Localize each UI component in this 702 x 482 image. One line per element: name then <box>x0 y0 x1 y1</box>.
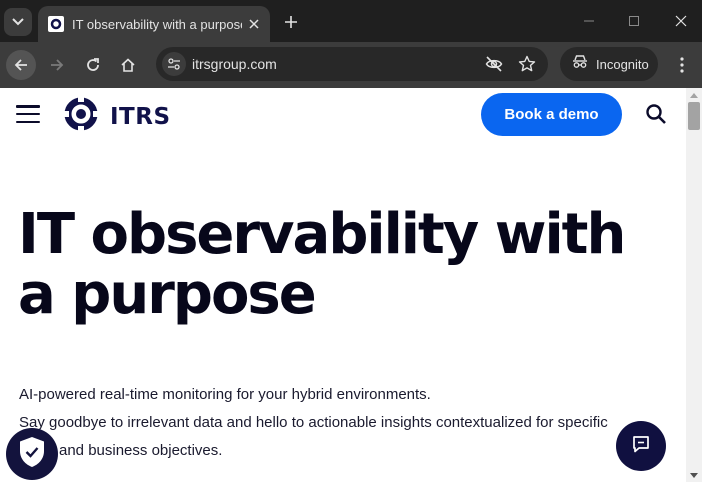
minimize-icon[interactable] <box>577 10 601 32</box>
site-settings-icon[interactable] <box>162 52 186 76</box>
browser-toolbar: itrsgroup.com Incognito <box>0 42 702 88</box>
scroll-up-icon[interactable] <box>690 93 698 98</box>
back-icon[interactable] <box>6 50 36 80</box>
site-favicon <box>48 16 64 32</box>
shield-check-icon <box>17 435 47 474</box>
home-icon[interactable] <box>113 50 143 80</box>
incognito-label: Incognito <box>596 56 649 72</box>
site-logo[interactable]: ITRS <box>62 95 171 138</box>
page-viewport: ITRS Book a demo IT observability with a… <box>0 88 686 482</box>
hero-subtitle-line: Say goodbye to irrelevant data and hello… <box>19 414 608 431</box>
incognito-profile-button[interactable]: Incognito <box>560 47 658 81</box>
browser-tabstrip: IT observability with a purpose <box>0 0 702 42</box>
tab-title: IT observability with a purpose <box>72 16 242 32</box>
incognito-icon <box>572 54 588 74</box>
hero-subtitle-line: AI-powered real-time monitoring for your… <box>19 386 431 403</box>
hero-subtitle: AI-powered real-time monitoring for your… <box>19 381 659 465</box>
plus-icon[interactable] <box>280 11 302 33</box>
browser-tab[interactable]: IT observability with a purpose <box>38 6 270 42</box>
scroll-thumb[interactable] <box>688 102 700 130</box>
reload-icon[interactable] <box>78 50 108 80</box>
page-scrollbar[interactable] <box>686 88 702 482</box>
star-icon[interactable] <box>517 54 537 74</box>
book-demo-button[interactable]: Book a demo <box>481 93 622 136</box>
eye-off-icon[interactable] <box>484 54 504 74</box>
chat-icon <box>631 434 651 459</box>
maximize-icon[interactable] <box>622 10 646 32</box>
address-bar[interactable]: itrsgroup.com <box>156 47 548 81</box>
itrs-logo-icon <box>62 95 100 138</box>
search-icon[interactable] <box>643 101 669 127</box>
privacy-badge[interactable] <box>6 428 58 480</box>
url-text: itrsgroup.com <box>192 56 277 72</box>
logo-text: ITRS <box>110 103 171 130</box>
close-window-icon[interactable] <box>669 10 693 32</box>
tab-search-icon[interactable] <box>4 8 32 36</box>
scroll-down-icon[interactable] <box>690 473 698 478</box>
chat-button[interactable] <box>616 421 666 471</box>
close-icon[interactable] <box>246 16 262 32</box>
kebab-menu-icon[interactable] <box>668 50 696 80</box>
forward-icon[interactable] <box>42 50 72 80</box>
hero-subtitle-line: and business objectives. <box>59 442 223 459</box>
hero-title: IT observability with a purpose <box>18 202 626 327</box>
hamburger-icon[interactable] <box>16 105 40 123</box>
